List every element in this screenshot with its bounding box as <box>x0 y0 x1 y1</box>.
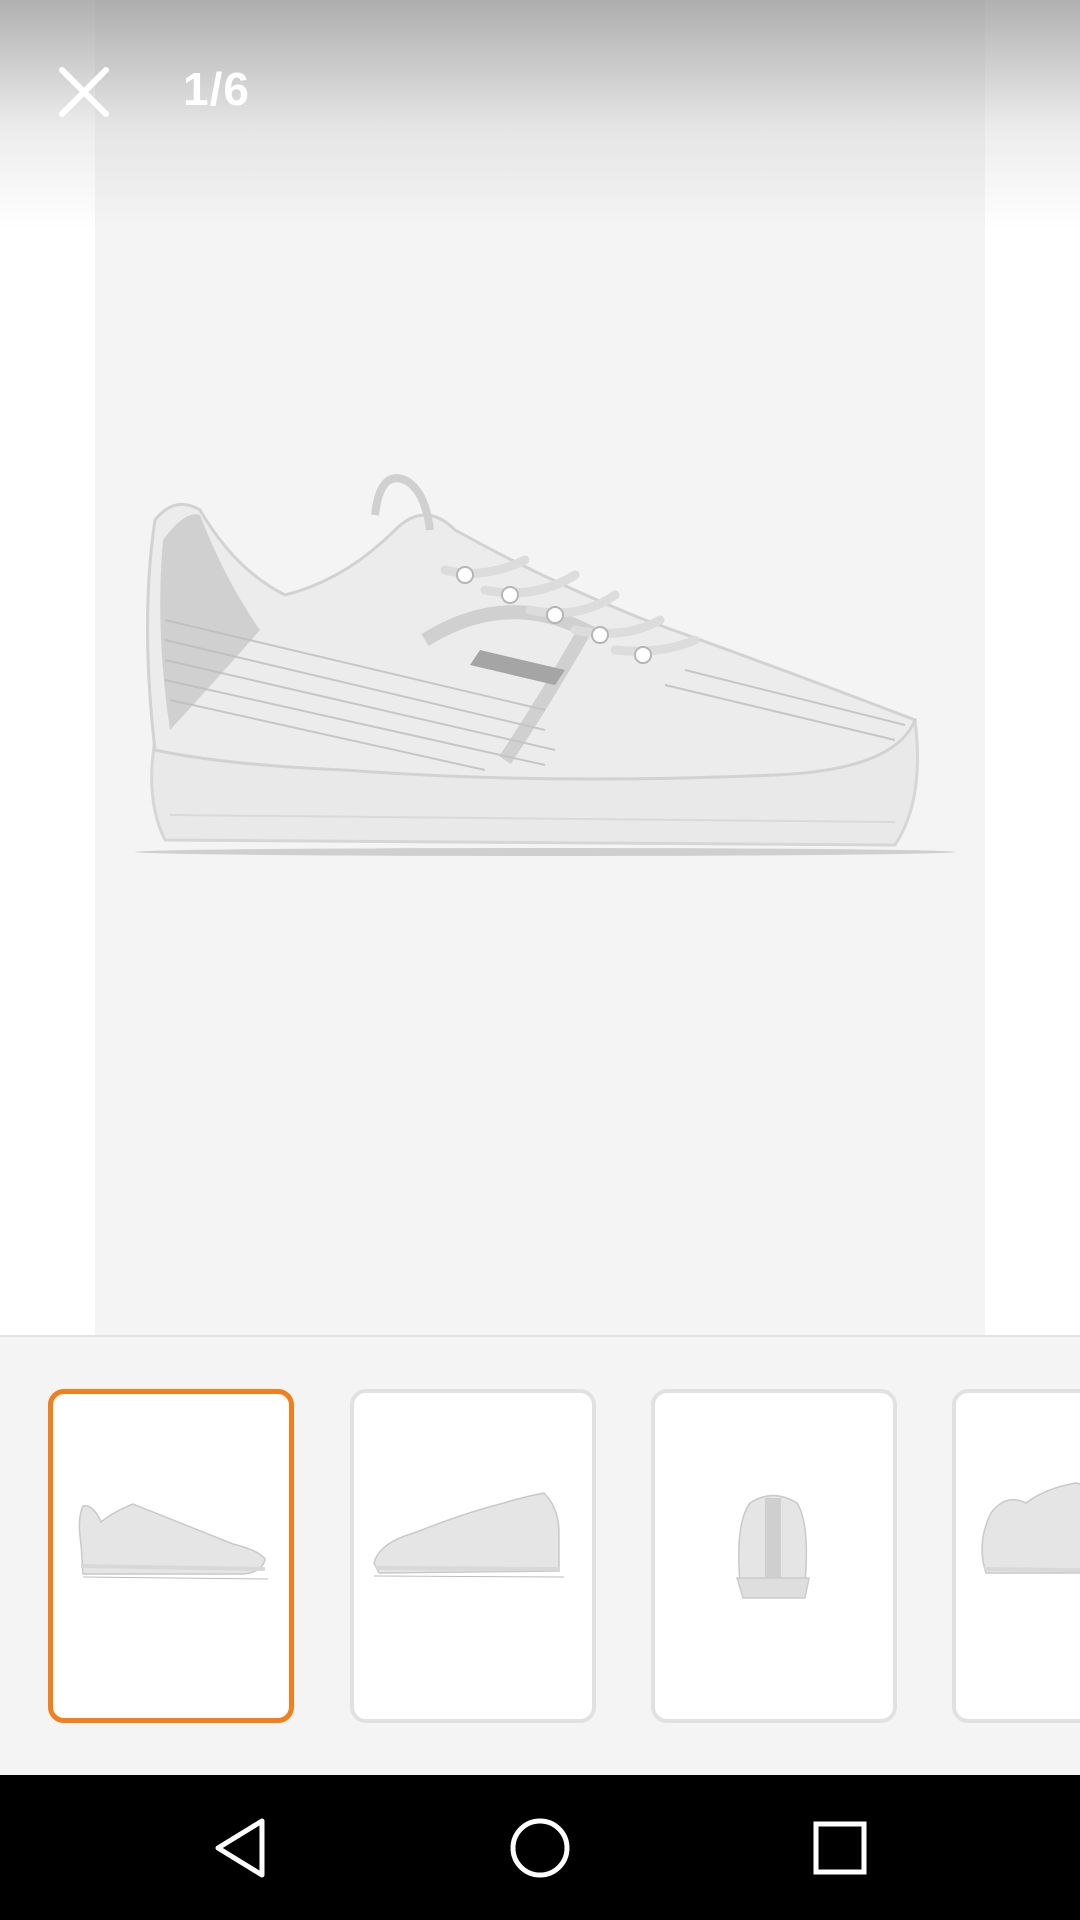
recents-square-icon <box>813 1821 867 1875</box>
thumbnail-image-side <box>78 1503 269 1580</box>
nav-recents-button[interactable] <box>785 1793 895 1903</box>
image-viewer[interactable]: 1/6 <box>0 0 1080 1335</box>
thumbnail-image-medial <box>373 1492 565 1578</box>
image-counter: 1/6 <box>183 63 250 115</box>
back-triangle-icon <box>215 1818 265 1878</box>
thumbnail-strip[interactable] <box>0 1335 1080 1777</box>
thumbnail-1[interactable] <box>48 1389 294 1723</box>
thumbnail-image-rear <box>735 1494 810 1599</box>
thumbnail-3[interactable] <box>651 1389 897 1723</box>
nav-back-button[interactable] <box>185 1793 295 1903</box>
close-icon <box>59 67 109 117</box>
product-image-sneaker <box>135 474 955 856</box>
thumbnail-2[interactable] <box>350 1389 596 1723</box>
close-button[interactable] <box>44 52 124 132</box>
nav-home-button[interactable] <box>485 1793 595 1903</box>
home-circle-icon <box>510 1818 570 1878</box>
thumbnail-image-three-quarter <box>981 1482 1080 1574</box>
top-bar-gradient <box>0 0 1080 230</box>
thumbnail-4[interactable] <box>952 1389 1080 1723</box>
system-nav-bar <box>0 1775 1080 1920</box>
